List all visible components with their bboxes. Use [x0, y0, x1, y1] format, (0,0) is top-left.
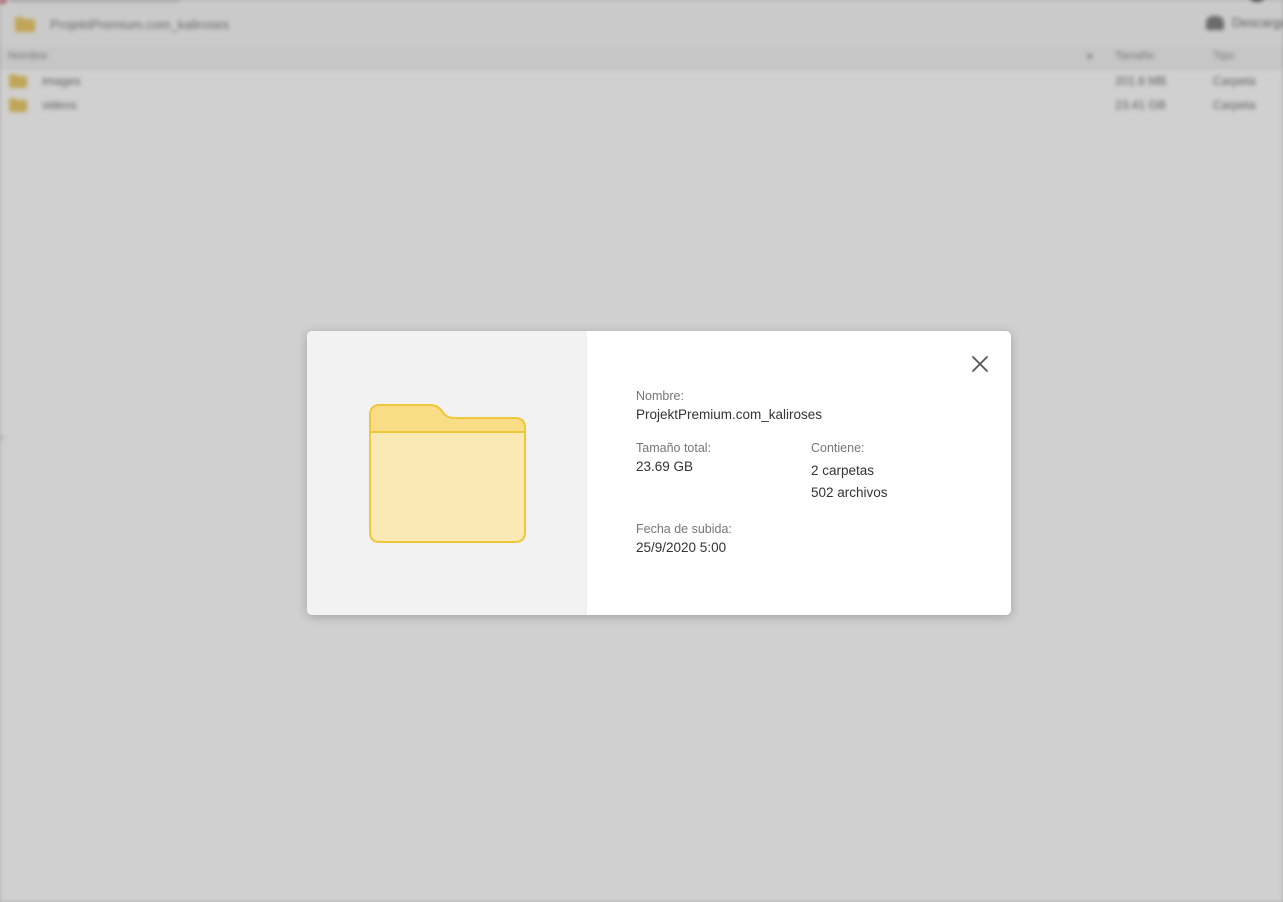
size-value: 23.69 GB — [636, 459, 694, 474]
close-button[interactable] — [969, 353, 991, 375]
upload-date-value: 25/9/2020 5:00 — [636, 540, 727, 555]
folder-icon — [369, 404, 526, 543]
name-label: Nombre: — [636, 389, 684, 403]
preview-panel — [307, 331, 587, 615]
close-icon — [972, 356, 988, 372]
upload-date-label: Fecha de subida: — [636, 522, 732, 536]
contains-label: Contiene: — [811, 441, 865, 455]
contains-folders: 2 carpetas — [811, 463, 875, 478]
size-label: Tamaño total: — [636, 441, 712, 455]
folder-info-dialog: Nombre: ProjektPremium.com_kaliroses Tam… — [307, 331, 1011, 615]
contains-files: 502 archivos — [811, 485, 888, 500]
info-panel: Nombre: ProjektPremium.com_kaliroses Tam… — [587, 331, 1011, 615]
name-value: ProjektPremium.com_kaliroses — [636, 407, 823, 422]
